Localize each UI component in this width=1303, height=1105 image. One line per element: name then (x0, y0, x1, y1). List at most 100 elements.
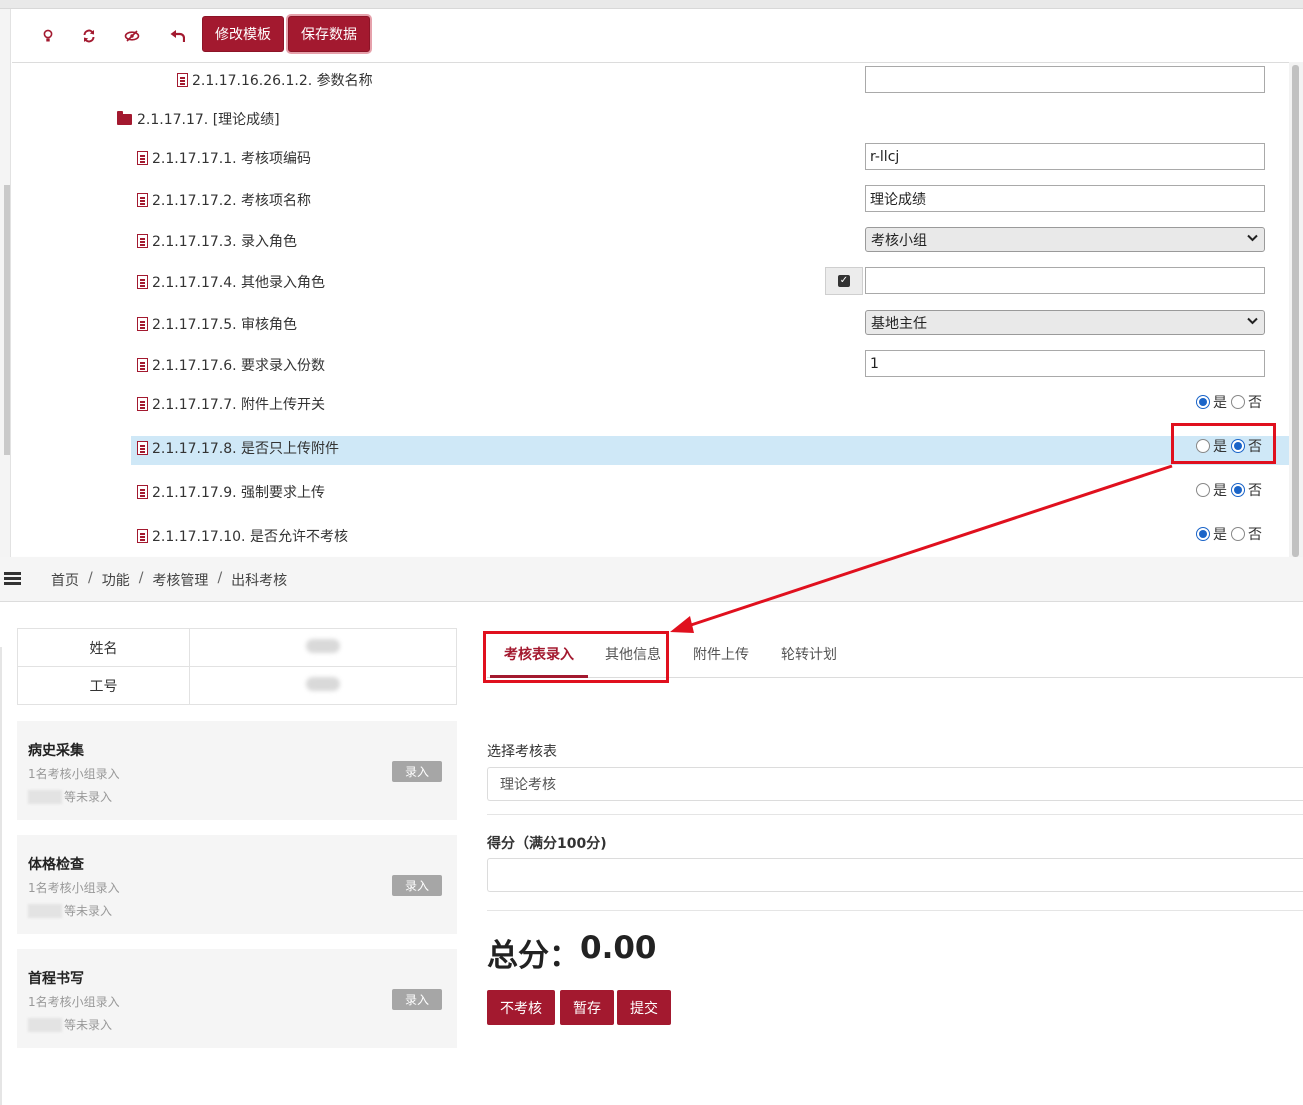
card-pending-text: 等未录入 (64, 1018, 113, 1032)
tree-row-attachment-switch[interactable]: 2.1.17.17.7. 附件上传开关 是 否 (0, 389, 1289, 417)
breadcrumb-home[interactable]: 首页 (51, 570, 79, 590)
radio-no-label: 否 (1248, 395, 1262, 411)
attachment-switch-yes-radio[interactable] (1196, 395, 1210, 409)
divider (487, 814, 1303, 815)
enter-button[interactable]: 录入 (392, 989, 442, 1010)
edit-template-button[interactable]: 修改模板 (202, 16, 284, 52)
other-role-picker-button[interactable]: ✓ (825, 267, 863, 295)
skip-exam-button[interactable]: 不考核 (487, 990, 555, 1025)
tree-row-label: 2.1.17.17.7. 附件上传开关 (152, 397, 326, 413)
enter-button[interactable]: 录入 (392, 761, 442, 782)
radio-yes-label: 是 (1213, 395, 1227, 411)
tree-folder-label: 2.1.17.17. [理论成绩] (137, 112, 280, 128)
file-icon (137, 275, 148, 289)
divider (487, 910, 1303, 911)
breadcrumb-exam-management[interactable]: 考核管理 (152, 570, 208, 590)
item-name-input[interactable]: 理论成绩 (865, 185, 1265, 212)
other-role-input[interactable] (865, 267, 1265, 294)
undo-arrow-icon[interactable] (166, 25, 188, 47)
card-entry-count: 1名考核小组录入 (28, 767, 120, 781)
tree-row-label: 2.1.17.16.26.1.2. 参数名称 (192, 73, 373, 89)
tree-row-force-upload[interactable]: 2.1.17.17.9. 强制要求上传 是 否 (0, 477, 1289, 505)
entry-role-select[interactable]: 考核小组 (865, 227, 1265, 252)
allow-skip-no-radio[interactable] (1231, 527, 1245, 541)
lightbulb-icon[interactable] (37, 25, 59, 47)
template-editor-panel: 修改模板 保存数据 2.1.17.16.26.1.2. 参数名称 2.1.17.… (0, 0, 1303, 557)
editor-toolbar: 修改模板 保存数据 (12, 9, 1289, 63)
radio-no-label: 否 (1248, 483, 1262, 499)
refresh-icon[interactable] (78, 25, 100, 47)
window-top-strip (0, 0, 1303, 9)
file-icon (137, 358, 148, 372)
left-edge-strip (0, 647, 2, 1105)
choose-form-select[interactable]: 理论考核 (487, 767, 1303, 801)
submit-button[interactable]: 提交 (617, 990, 671, 1025)
eye-slash-icon[interactable] (121, 25, 143, 47)
tree-row-item-code[interactable]: 2.1.17.17.1. 考核项编码 r-llcj (0, 143, 1289, 171)
hamburger-menu-icon[interactable] (4, 572, 21, 585)
file-icon (137, 441, 148, 455)
file-icon (137, 529, 148, 543)
force-upload-no-radio[interactable] (1231, 483, 1245, 497)
annotation-box-tabs (483, 631, 669, 683)
score-label: 得分（满分100分) (487, 836, 607, 852)
item-code-input[interactable]: r-llcj (865, 143, 1265, 170)
save-data-button[interactable]: 保存数据 (288, 16, 370, 52)
tree-row-label: 2.1.17.17.8. 是否只上传附件 (152, 441, 340, 457)
exam-card-history-taking: 病史采集 1名考核小组录入 等未录入 录入 (17, 721, 457, 820)
student-info-table: 姓名 工号 (17, 628, 457, 705)
folder-open-icon (117, 110, 132, 125)
force-upload-yes-radio[interactable] (1196, 483, 1210, 497)
id-value (189, 666, 457, 705)
file-icon (137, 397, 148, 411)
blurred-id (306, 676, 340, 691)
name-value (189, 628, 457, 667)
card-pending: 等未录入 (28, 1016, 112, 1033)
chevron-down-icon (1247, 232, 1258, 245)
tree-folder-theory-score[interactable]: 2.1.17.17. [理论成绩] (0, 104, 1289, 132)
choose-form-label: 选择考核表 (487, 744, 557, 760)
tree-row-other-role[interactable]: 2.1.17.17.4. 其他录入角色 ✓ (0, 267, 1289, 295)
total-score: 总分： 0.00 (487, 930, 657, 975)
annotation-box-radio (1171, 423, 1276, 464)
tree-row-entry-role[interactable]: 2.1.17.17.3. 录入角色 考核小组 (0, 226, 1289, 254)
breadcrumb-bar: 首页 / 功能 / 考核管理 / 出科考核 (0, 557, 1303, 602)
tree-row-review-role[interactable]: 2.1.17.17.5. 审核角色 基地主任 (0, 309, 1289, 337)
required-copies-input[interactable]: 1 (865, 350, 1265, 377)
tree-row-required-copies[interactable]: 2.1.17.17.6. 要求录入份数 1 (0, 350, 1289, 378)
allow-skip-radio-group: 是 否 (1196, 524, 1266, 544)
tree-row-param-name[interactable]: 2.1.17.16.26.1.2. 参数名称 (0, 65, 1289, 93)
breadcrumb-current: 出科考核 (231, 573, 288, 589)
enter-button[interactable]: 录入 (392, 875, 442, 896)
tree-row-item-name[interactable]: 2.1.17.17.2. 考核项名称 理论成绩 (0, 185, 1289, 213)
breadcrumb-function[interactable]: 功能 (102, 570, 130, 590)
tree-row-allow-skip[interactable]: 2.1.17.17.10. 是否允许不考核 是 否 (0, 521, 1289, 549)
allow-skip-yes-radio[interactable] (1196, 527, 1210, 541)
save-draft-button[interactable]: 暂存 (560, 990, 614, 1025)
file-icon (137, 151, 148, 165)
attachment-switch-no-radio[interactable] (1231, 395, 1245, 409)
card-pending-text: 等未录入 (64, 790, 113, 804)
tree-row-label: 2.1.17.17.10. 是否允许不考核 (152, 529, 348, 545)
review-role-select[interactable]: 基地主任 (865, 310, 1265, 335)
param-name-input[interactable] (865, 66, 1265, 93)
exam-card-physical-exam: 体格检查 1名考核小组录入 等未录入 录入 (17, 835, 457, 934)
tab-rotation-plan[interactable]: 轮转计划 (781, 644, 837, 678)
right-scrollbar-thumb[interactable] (1292, 65, 1299, 557)
id-label: 工号 (17, 666, 190, 705)
radio-yes-label: 是 (1213, 527, 1227, 543)
score-input[interactable] (487, 858, 1303, 892)
file-icon (137, 234, 148, 248)
check-square-icon: ✓ (838, 275, 850, 287)
tree-row-attachment-only[interactable]: 2.1.17.17.8. 是否只上传附件 是 否 (0, 433, 1289, 461)
file-icon (177, 73, 188, 87)
tab-attachment-upload[interactable]: 附件上传 (693, 644, 749, 678)
total-score-label: 总分： (487, 938, 580, 974)
entry-role-value: 考核小组 (871, 232, 927, 249)
attachment-switch-radio-group: 是 否 (1196, 392, 1266, 412)
card-pending: 等未录入 (28, 788, 112, 805)
radio-yes-label: 是 (1213, 483, 1227, 499)
exam-card-first-course-writing: 首程书写 1名考核小组录入 等未录入 录入 (17, 949, 457, 1048)
card-pending-text: 等未录入 (64, 904, 113, 918)
card-entry-count: 1名考核小组录入 (28, 995, 120, 1009)
